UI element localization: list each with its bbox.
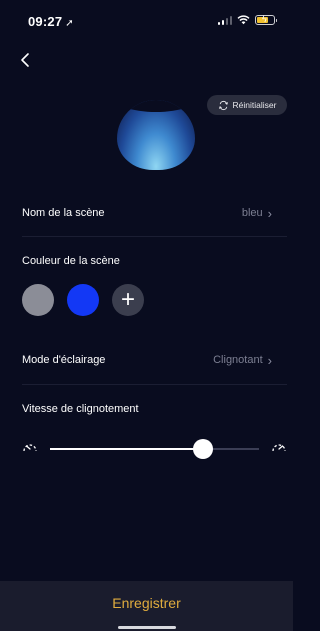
divider bbox=[22, 236, 287, 237]
status-time: 09:27 ➚ bbox=[28, 14, 74, 29]
add-color-button[interactable]: + bbox=[112, 284, 144, 316]
lighting-mode-row[interactable]: Mode d'éclairage Clignotant › bbox=[22, 348, 272, 372]
status-bar: 09:27 ➚ ϟ bbox=[0, 0, 293, 44]
slider-track[interactable] bbox=[50, 448, 259, 450]
lighting-mode-value-group: Clignotant › bbox=[213, 353, 272, 368]
chevron-right-icon: › bbox=[267, 352, 272, 368]
scene-color-label: Couleur de la scène bbox=[22, 255, 120, 267]
scene-editor-screen: 09:27 ➚ ϟ Réinitialiser Nom de la scène b… bbox=[0, 0, 293, 631]
speed-fast-icon bbox=[272, 444, 286, 452]
reset-icon bbox=[218, 100, 228, 110]
home-indicator bbox=[118, 626, 176, 629]
blink-speed-slider[interactable] bbox=[22, 436, 287, 462]
color-swatch-blue[interactable] bbox=[67, 284, 99, 316]
wifi-icon bbox=[237, 15, 250, 25]
reset-button-label: Réinitialiser bbox=[232, 100, 277, 110]
reset-button[interactable]: Réinitialiser bbox=[207, 95, 287, 115]
divider bbox=[22, 384, 287, 385]
slider-thumb[interactable] bbox=[192, 439, 213, 459]
chevron-left-icon[interactable] bbox=[18, 52, 34, 68]
color-swatch-gray[interactable] bbox=[22, 284, 54, 316]
slider-fill bbox=[50, 448, 203, 450]
lighting-mode-label: Mode d'éclairage bbox=[22, 354, 106, 366]
location-arrow-icon: ➚ bbox=[65, 18, 74, 29]
scene-name-value: bleu bbox=[241, 207, 263, 219]
lighting-mode-value: Clignotant bbox=[213, 354, 263, 366]
speed-slow-icon bbox=[23, 444, 37, 452]
scene-name-row[interactable]: Nom de la scène bleu › bbox=[22, 201, 272, 225]
scene-preview-image bbox=[117, 100, 195, 170]
status-icons: ϟ bbox=[217, 14, 277, 25]
chevron-right-icon: › bbox=[267, 205, 272, 221]
save-button[interactable]: Enregistrer bbox=[0, 581, 293, 625]
blink-speed-label: Vitesse de clignotement bbox=[22, 403, 139, 415]
battery-charging-icon: ϟ bbox=[255, 14, 277, 25]
scene-name-label: Nom de la scène bbox=[22, 207, 105, 219]
scene-name-value-group: bleu › bbox=[242, 206, 272, 221]
cellular-signal-icon bbox=[217, 15, 232, 25]
